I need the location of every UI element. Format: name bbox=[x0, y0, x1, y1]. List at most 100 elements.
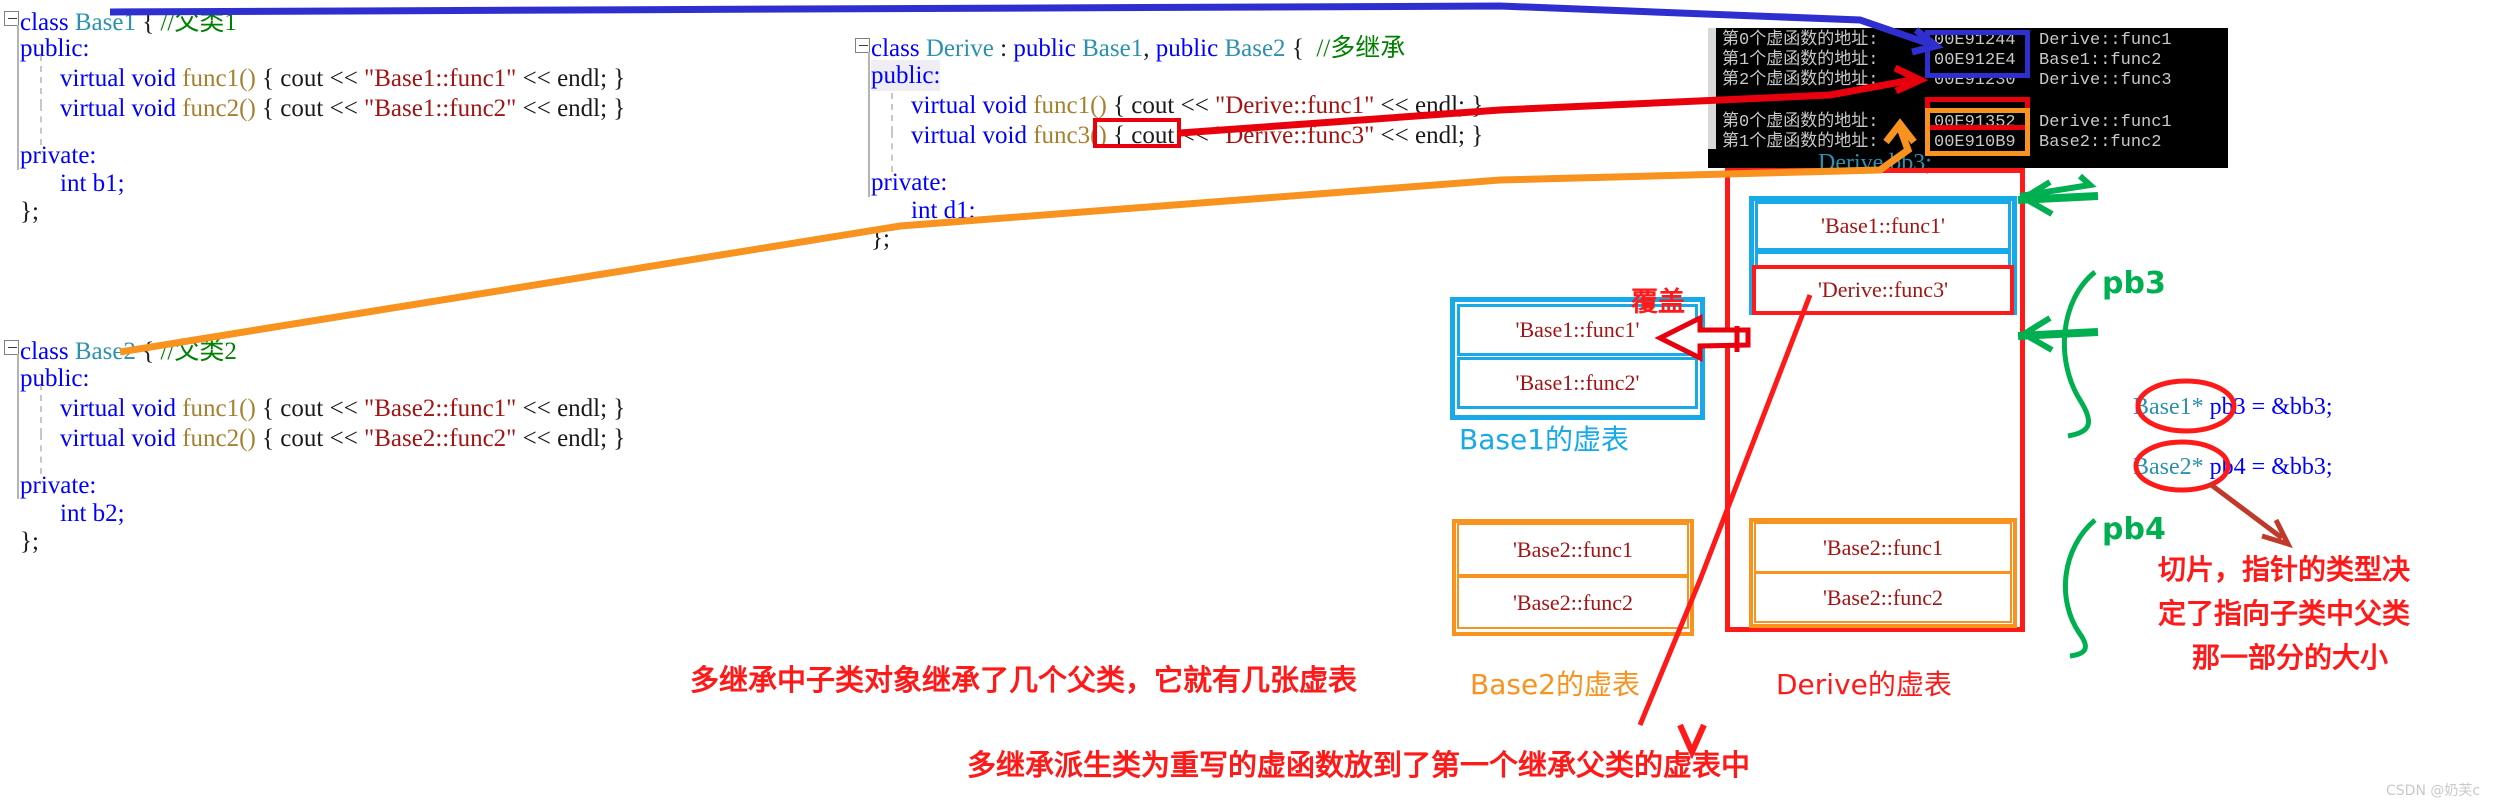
bottom-annotation-line1: 多继承中子类对象继承了几个父类，它就有几张虚表 bbox=[690, 663, 1358, 697]
console-fn-name: Base2::func2 bbox=[2039, 133, 2162, 152]
bottom-annotation-line2: 多继承派生类为重写的虚函数放到了第一个继承父类的虚表中 bbox=[967, 748, 1751, 782]
code-line-derive-func3: virtual void func3() { cout << "Derive::… bbox=[911, 120, 1483, 151]
code-line-derive-private: private: bbox=[871, 167, 947, 198]
string-literal: "Derive::func1" bbox=[1215, 92, 1375, 119]
console-line-2: 第2个虚函数的地址: bbox=[1722, 71, 1878, 91]
fn-func2: func2() bbox=[182, 425, 256, 452]
kw-class: class bbox=[20, 338, 69, 365]
kw-class: class bbox=[871, 35, 920, 62]
base2-vtable-cell-1: 'Base2::func2 bbox=[1457, 576, 1689, 629]
indent-guide-dash-derive-b bbox=[891, 132, 893, 172]
code-line-derive-func1: virtual void func1() { cout << "Derive::… bbox=[911, 90, 1483, 121]
code-frag: << endl; } bbox=[516, 95, 626, 122]
green-pb4-bar bbox=[2017, 328, 2099, 340]
console-gutter-2 bbox=[1708, 103, 1716, 149]
fn-func2: func2() bbox=[182, 95, 256, 122]
member-b2: int b2; bbox=[60, 500, 125, 527]
class-end: }; bbox=[20, 528, 39, 555]
kw-virtual-void: virtual void bbox=[911, 92, 1034, 119]
brace: { bbox=[142, 9, 155, 36]
base2-vtable-cell-0: 'Base2::func1 bbox=[1457, 523, 1689, 576]
green-pb4-head bbox=[2018, 315, 2054, 353]
colon: : bbox=[993, 35, 1014, 62]
code-frag: { cout << bbox=[255, 65, 365, 92]
code-line-base1-public: public: bbox=[20, 33, 89, 64]
string-literal: "Derive::func3" bbox=[1215, 122, 1375, 149]
fold-toggle-base1[interactable] bbox=[4, 11, 19, 26]
fold-toggle-derive[interactable] bbox=[855, 38, 870, 53]
code-frag: << endl; } bbox=[1374, 122, 1484, 149]
green-pb3-head bbox=[2018, 179, 2054, 217]
code-line-base2-func1: virtual void func1() { cout << "Base2::f… bbox=[60, 393, 625, 424]
kw-virtual-void: virtual void bbox=[60, 395, 183, 422]
slice-annotation-line2: 定了指向子类中父类 bbox=[2158, 597, 2411, 630]
code-line-base2-public: public: bbox=[20, 363, 89, 394]
type-base2-ref: Base2 bbox=[1218, 35, 1286, 62]
console-fn-name: Derive::func1 bbox=[2039, 113, 2172, 132]
green-brace-pb3 bbox=[2061, 270, 2097, 439]
string-literal: "Base2::func1" bbox=[364, 395, 517, 422]
comment-base2: //父类2 bbox=[160, 338, 237, 365]
console-line-0: 第0个虚函数的地址: bbox=[1722, 31, 1878, 51]
indent-guide-dash-base2-b bbox=[40, 434, 42, 474]
fn-func1: func1() bbox=[182, 395, 256, 422]
red-arrow-to-slice-head bbox=[2261, 518, 2293, 549]
code-frag: { cout << bbox=[255, 95, 365, 122]
code-line-base1-private: private: bbox=[20, 140, 96, 171]
code-line-base2-end: }; bbox=[20, 526, 39, 557]
kw-public-1: public bbox=[1013, 35, 1076, 62]
code-line-base1-member: int b1; bbox=[60, 168, 125, 199]
green-arrow-pb3-top bbox=[2019, 173, 2097, 199]
console-label: 第0个虚函数的地址: bbox=[1722, 113, 1879, 132]
derive-slot1-cell-0: 'Base1::func1' bbox=[1755, 201, 2011, 251]
code-frag: { cout << bbox=[1106, 92, 1216, 119]
code-frag: << endl; } bbox=[516, 425, 626, 452]
red-arrow-to-slice-note bbox=[2208, 482, 2284, 540]
indent-guide-base2 bbox=[17, 354, 19, 499]
member-d1: int d1; bbox=[911, 197, 976, 224]
kw-class: class bbox=[20, 9, 69, 36]
kw-public: public: bbox=[20, 365, 90, 392]
class-end: }; bbox=[871, 225, 890, 252]
pb4-declaration: Base2* pb4 = &bb3; bbox=[2133, 454, 2333, 481]
watermark: CSDN @奶芙c bbox=[2386, 783, 2481, 799]
code-line-base1-func2: virtual void func2() { cout << "Base1::f… bbox=[60, 93, 625, 124]
slice-annotation-line1: 切片，指针的类型决 bbox=[2158, 553, 2411, 586]
indent-guide-derive bbox=[868, 52, 870, 197]
console-label: 第0个虚函数的地址: bbox=[1722, 31, 1879, 50]
type-base1-ref: Base1 bbox=[1075, 35, 1144, 62]
fold-toggle-base2[interactable] bbox=[4, 340, 19, 355]
pb3-type: Base1* bbox=[2133, 394, 2204, 420]
kw-public-2: public bbox=[1155, 35, 1219, 62]
console-name-0: Derive::func1 bbox=[2039, 31, 2172, 51]
derive-slot2-cell-0: 'Base2::func1 bbox=[1754, 522, 2012, 573]
comment-base1: //父类1 bbox=[160, 9, 237, 36]
console-name-3: Derive::func1 bbox=[2039, 113, 2172, 133]
pb4-type: Base2* bbox=[2133, 454, 2204, 480]
class-end: }; bbox=[20, 198, 39, 225]
comment-derive: //多继承 bbox=[1316, 35, 1406, 62]
pb4-rest: pb4 = &bb3; bbox=[2203, 454, 2333, 480]
pb3-label: pb3 bbox=[2102, 266, 2166, 301]
type-derive: Derive bbox=[925, 35, 994, 62]
string-literal: "Base1::func2" bbox=[364, 95, 517, 122]
pb3-declaration: Base1* pb3 = &bb3; bbox=[2133, 394, 2333, 421]
console-label: 第2个虚函数的地址: bbox=[1722, 71, 1879, 90]
console-fn-name: Derive::func3 bbox=[2039, 71, 2172, 90]
overwrite-label: 覆盖 bbox=[1631, 287, 1685, 318]
code-line-base2-member: int b2; bbox=[60, 498, 125, 529]
code-line-base2-func2: virtual void func2() { cout << "Base2::f… bbox=[60, 423, 625, 454]
code-line-derive-end: }; bbox=[871, 223, 890, 254]
console-blue-highlight bbox=[1925, 30, 2030, 78]
green-brace-pb4 bbox=[2062, 518, 2097, 659]
console-fn-name: Derive::func1 bbox=[2039, 31, 2172, 50]
base1-vtable-title: Base1的虚表 bbox=[1459, 423, 1629, 456]
brace: { bbox=[1285, 35, 1304, 62]
console-line-1: 第1个虚函数的地址: bbox=[1722, 51, 1878, 71]
base2-vtable-title: Base2的虚表 bbox=[1470, 668, 1640, 701]
console-fn-name: Base1::func2 bbox=[2039, 51, 2162, 70]
string-literal: "Base2::func2" bbox=[364, 425, 517, 452]
green-pb3-bar bbox=[2017, 192, 2099, 204]
kw-virtual-void: virtual void bbox=[60, 425, 183, 452]
pb4-label: pb4 bbox=[2102, 512, 2166, 547]
